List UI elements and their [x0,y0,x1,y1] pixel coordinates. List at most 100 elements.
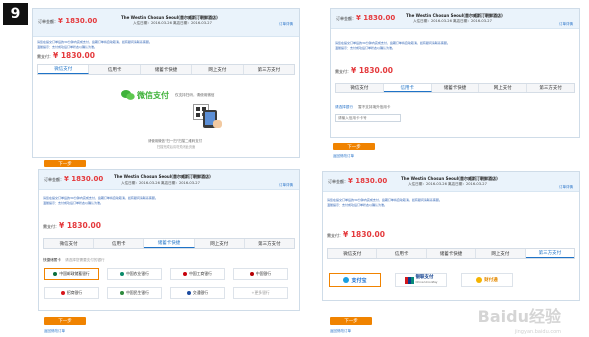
order-amount-value: ¥ 1830.00 [356,14,396,22]
order-amount: 订单金额：¥ 1830.00 [44,175,103,183]
pay-label: 需支付： [37,54,53,59]
back-link[interactable]: 返回修改订单 [333,154,354,159]
tab-credit[interactable]: 信用卡 [377,249,427,258]
payment-tabs: 微信支付 信用卡 储蓄卡快捷 网上支付 第三方支付 [327,248,575,259]
payment-tabs: 微信支付 信用卡 储蓄卡快捷 网上支付 第三方支付 [335,83,575,93]
tab-wechat[interactable]: 微信支付 [38,65,90,74]
tab-debit[interactable]: 储蓄卡快捷 [141,65,193,74]
credit-type-hint: 暂不支持境外信用卡 [358,105,391,109]
next-button[interactable]: 下一步 [44,160,86,167]
tab-credit[interactable]: 信用卡 [94,239,145,248]
tab-wechat[interactable]: 微信支付 [328,249,378,258]
next-button[interactable]: 下一步 [333,143,375,150]
tab-wechat[interactable]: 微信支付 [44,239,95,248]
order-header: 订单金额：¥ 1830.00 The Westin Chosun Seoul(首… [33,9,299,37]
tab-debit[interactable]: 储蓄卡快捷 [144,239,195,248]
order-details-link[interactable]: 订单详情 [559,185,573,190]
bank-name: 交通银行 [192,290,209,295]
tab-third[interactable]: 第三方支付 [527,84,574,92]
panel-third: 订单金额：¥ 1830.00 The Westin Chosun Seoul(首… [322,171,580,301]
order-amount-label: 订单金额： [336,16,356,21]
alipay-option[interactable]: 支付宝 [329,273,381,287]
order-header: 订单金额：¥ 1830.00 The Westin Chosun Seoul(首… [323,172,579,192]
tenpay-icon [476,277,483,283]
order-details-link[interactable]: 订单详情 [279,183,293,188]
order-details-link[interactable]: 订单详情 [279,22,293,27]
order-amount-value: ¥ 1830.00 [64,175,104,183]
tab-third[interactable]: 第三方支付 [525,249,575,258]
order-amount-value: ¥ 1830.00 [58,17,98,25]
bank-option[interactable]: 中国邮政储蓄银行 [44,268,99,280]
alipay-label: 支付宝 [351,277,367,284]
bank-option[interactable]: 中国民生银行 [107,287,162,299]
order-header: 订单金额：¥ 1830.00 The Westin Chosun Seoul(首… [39,170,299,190]
tab-online[interactable]: 网上支付 [476,249,526,258]
order-amount-label: 订单金额： [328,179,348,184]
wechat-guide: 请使用微信"扫一扫"扫描二维码支付 [148,139,202,143]
pay-label: 需支付： [43,224,59,229]
bank-option[interactable]: 中国农业银行 [107,268,162,280]
next-button[interactable]: 下一步 [330,317,372,325]
watermark-url: jingyan.baidu.com [514,329,561,335]
stay-dates: 入住日期：2016-03-26 离店日期：2016-03-27 [133,21,212,25]
bank-option[interactable]: 招商银行 [44,287,99,299]
tab-online[interactable]: 网上支付 [479,84,528,92]
notice-text-2: 温馨提示：支付成功后订单状态以确认为准。 [37,45,98,49]
more-banks-option[interactable]: +更多银行 [233,287,288,299]
tab-third[interactable]: 第三方支付 [245,239,294,248]
bank-option[interactable]: 中国工商银行 [170,268,225,280]
back-link[interactable]: 返回修改订单 [330,329,351,334]
wechat-hint: 扫描完成后请勿关闭此页面 [157,145,196,149]
tab-wechat[interactable]: 微信支付 [336,84,384,92]
tab-debit[interactable]: 储蓄卡快捷 [427,249,477,258]
debit-hint: 请选择您需要支付的银行 [65,258,105,262]
tab-online[interactable]: 网上支付 [195,239,245,248]
next-button[interactable]: 下一步 [44,317,86,325]
order-header: 订单金额：¥ 1830.00 The Westin Chosun Seoul(首… [331,9,579,29]
wechat-logo-text: 微信支付 [137,90,169,100]
back-link[interactable]: 返回修改订单 [44,329,65,334]
order-amount: 订单金额：¥ 1830.00 [328,177,387,185]
payment-tabs: 微信支付 信用卡 储蓄卡快捷 网上支付 第三方支付 [37,64,295,75]
bank-name: 中国邮政储蓄银行 [59,271,90,276]
unionpay-icon [404,276,414,284]
notice-text-2: 温馨提示：支付成功后订单状态以确认为准。 [335,46,396,50]
notice-text-2: 温馨提示：支付成功后订单状态以确认为准。 [327,203,388,207]
watermark-logo: Baidu经验 [477,307,561,326]
bank-name: 中国农业银行 [126,271,149,276]
pay-value: ¥ 1830.00 [53,51,95,60]
tab-online[interactable]: 网上支付 [192,65,244,74]
stay-dates: 入住日期：2016-03-26 离店日期：2016-03-27 [121,181,200,185]
tab-credit[interactable]: 信用卡 [89,65,141,74]
unionpay-option[interactable]: 银联支付 China UnionPay [395,273,447,287]
panel-wechat: 订单金额：¥ 1830.00 The Westin Chosun Seoul(首… [32,8,300,158]
order-amount-label: 订单金额： [38,19,58,24]
payment-tabs: 微信支付 信用卡 储蓄卡快捷 网上支付 第三方支付 [43,238,295,249]
bank-option[interactable]: 交通银行 [170,287,225,299]
pay-amount: 需支付：¥ 1830.00 [327,230,385,239]
step-number: 9 [3,3,28,25]
tenpay-option[interactable]: 财付通 [461,273,513,287]
wechat-logo: 微信支付 仅支持扫码，请使用微信 [121,89,215,101]
order-details-link[interactable]: 订单详情 [559,22,573,27]
tab-debit[interactable]: 储蓄卡快捷 [432,84,480,92]
tab-third[interactable]: 第三方支付 [244,65,294,74]
panel-credit: 订单金额：¥ 1830.00 The Westin Chosun Seoul(首… [330,8,580,138]
pay-value: ¥ 1830.00 [59,221,101,230]
pay-label: 需支付： [327,233,343,238]
card-number-input[interactable] [335,114,401,122]
unionpay-sub: China UnionPay [415,280,438,284]
bank-option[interactable]: 中国银行 [233,268,288,280]
tab-credit[interactable]: 信用卡 [383,84,432,92]
pay-label: 需支付： [335,69,351,74]
pay-amount: 需支付：¥ 1830.00 [335,66,393,75]
notice-text-2: 温馨提示：支付成功后订单状态以确认为准。 [43,201,104,205]
bank-name: 中国银行 [255,271,272,276]
bank-name: 中国民生银行 [126,290,149,295]
stay-dates: 入住日期：2016-03-26 离店日期：2016-03-27 [408,182,487,186]
pay-amount: 需支付：¥ 1830.00 [43,221,101,230]
credit-type-row: 请选择银行 暂不支持境外信用卡 [335,105,390,110]
pay-amount: 需支付：¥ 1830.00 [37,51,95,60]
hand-icon [213,120,222,128]
order-amount-value: ¥ 1830.00 [348,177,388,185]
